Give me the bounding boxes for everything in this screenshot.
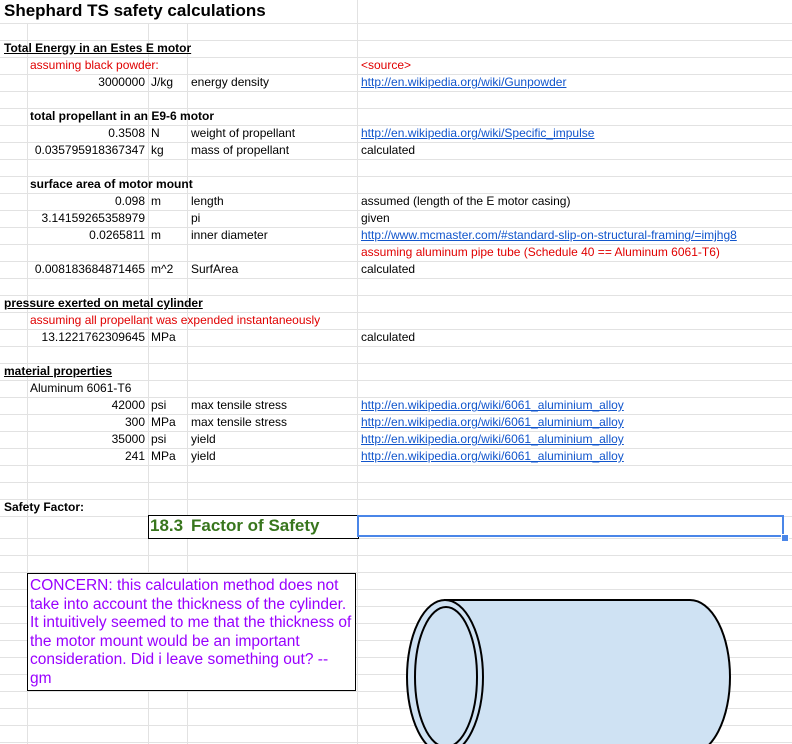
length-unit[interactable]: m: [151, 193, 161, 210]
length-label[interactable]: length: [191, 193, 224, 210]
safety-factor-label[interactable]: Factor of Safety: [191, 515, 319, 537]
diameter-source-link[interactable]: http://www.mcmaster.com/#standard-slip-o…: [361, 227, 737, 244]
surfarea-source[interactable]: calculated: [361, 261, 415, 278]
pressure-value[interactable]: 13.1221762309645: [0, 329, 145, 346]
material-row-label[interactable]: yield: [191, 448, 216, 465]
material-row-source-link[interactable]: http://en.wikipedia.org/wiki/6061_alumin…: [361, 397, 624, 414]
concern-note[interactable]: CONCERN: this calculation method does no…: [27, 573, 356, 691]
propellant-weight-source-link[interactable]: http://en.wikipedia.org/wiki/Specific_im…: [361, 125, 594, 142]
material-row-value[interactable]: 42000: [28, 397, 145, 414]
fill-handle[interactable]: [781, 534, 789, 542]
section-header-energy[interactable]: Total Energy in an Estes E motor: [4, 40, 191, 57]
material-name[interactable]: Aluminum 6061-T6: [30, 380, 131, 397]
length-source[interactable]: assumed (length of the E motor casing): [361, 193, 570, 210]
diameter-unit[interactable]: m: [151, 227, 161, 244]
propellant-mass-unit[interactable]: kg: [151, 142, 164, 159]
pipe-assumption[interactable]: assuming aluminum pipe tube (Schedule 40…: [361, 244, 720, 261]
energy-unit[interactable]: J/kg: [151, 74, 173, 91]
propellant-weight-label[interactable]: weight of propellant: [191, 125, 295, 142]
pressure-unit[interactable]: MPa: [151, 329, 176, 346]
material-row-label[interactable]: yield: [191, 431, 216, 448]
material-row-value[interactable]: 300: [28, 414, 145, 431]
section-header-propellant[interactable]: total propellant in an E9-6 motor: [30, 108, 214, 125]
section-header-safety[interactable]: Safety Factor:: [4, 499, 84, 516]
material-row-unit[interactable]: psi: [151, 431, 166, 448]
energy-note[interactable]: assuming black powder:: [30, 57, 159, 74]
section-header-material[interactable]: material properties: [4, 363, 112, 380]
propellant-weight-unit[interactable]: N: [151, 125, 160, 142]
material-row-source-link[interactable]: http://en.wikipedia.org/wiki/6061_alumin…: [361, 414, 624, 431]
cylinder-drawing[interactable]: [400, 590, 740, 744]
material-row-source-link[interactable]: http://en.wikipedia.org/wiki/6061_alumin…: [361, 431, 624, 448]
material-row-label[interactable]: max tensile stress: [191, 397, 287, 414]
diameter-value[interactable]: 0.0265811: [28, 227, 145, 244]
propellant-mass-value[interactable]: 0.035795918367347: [0, 142, 145, 159]
selected-cell[interactable]: [357, 515, 784, 537]
propellant-mass-label[interactable]: mass of propellant: [191, 142, 289, 159]
material-row-unit[interactable]: MPa: [151, 448, 176, 465]
material-row-value[interactable]: 35000: [28, 431, 145, 448]
pi-source[interactable]: given: [361, 210, 390, 227]
section-header-pressure[interactable]: pressure exerted on metal cylinder: [4, 295, 203, 312]
page-title[interactable]: Shephard TS safety calculations: [4, 0, 266, 22]
material-row-label[interactable]: max tensile stress: [191, 414, 287, 431]
material-row-unit[interactable]: MPa: [151, 414, 176, 431]
length-value[interactable]: 0.098: [28, 193, 145, 210]
diameter-label[interactable]: inner diameter: [191, 227, 268, 244]
section-header-surface[interactable]: surface area of motor mount: [30, 176, 193, 193]
pressure-source[interactable]: calculated: [361, 329, 415, 346]
surfarea-label[interactable]: SurfArea: [191, 261, 238, 278]
surfarea-value[interactable]: 0.008183684871465: [0, 261, 145, 278]
material-row-source-link[interactable]: http://en.wikipedia.org/wiki/6061_alumin…: [361, 448, 624, 465]
energy-source-link[interactable]: http://en.wikipedia.org/wiki/Gunpowder: [361, 74, 566, 91]
source-header[interactable]: <source>: [361, 57, 411, 74]
energy-value[interactable]: 3000000: [28, 74, 145, 91]
pressure-note[interactable]: assuming all propellant was expended ins…: [30, 312, 320, 329]
energy-label[interactable]: energy density: [191, 74, 269, 91]
material-row-unit[interactable]: psi: [151, 397, 166, 414]
pi-label[interactable]: pi: [191, 210, 200, 227]
material-row-value[interactable]: 241: [28, 448, 145, 465]
safety-factor-value[interactable]: 18.3: [150, 515, 183, 537]
pi-value[interactable]: 3.14159265358979: [0, 210, 145, 227]
propellant-weight-value[interactable]: 0.3508: [28, 125, 145, 142]
surfarea-unit[interactable]: m^2: [151, 261, 173, 278]
propellant-mass-source[interactable]: calculated: [361, 142, 415, 159]
